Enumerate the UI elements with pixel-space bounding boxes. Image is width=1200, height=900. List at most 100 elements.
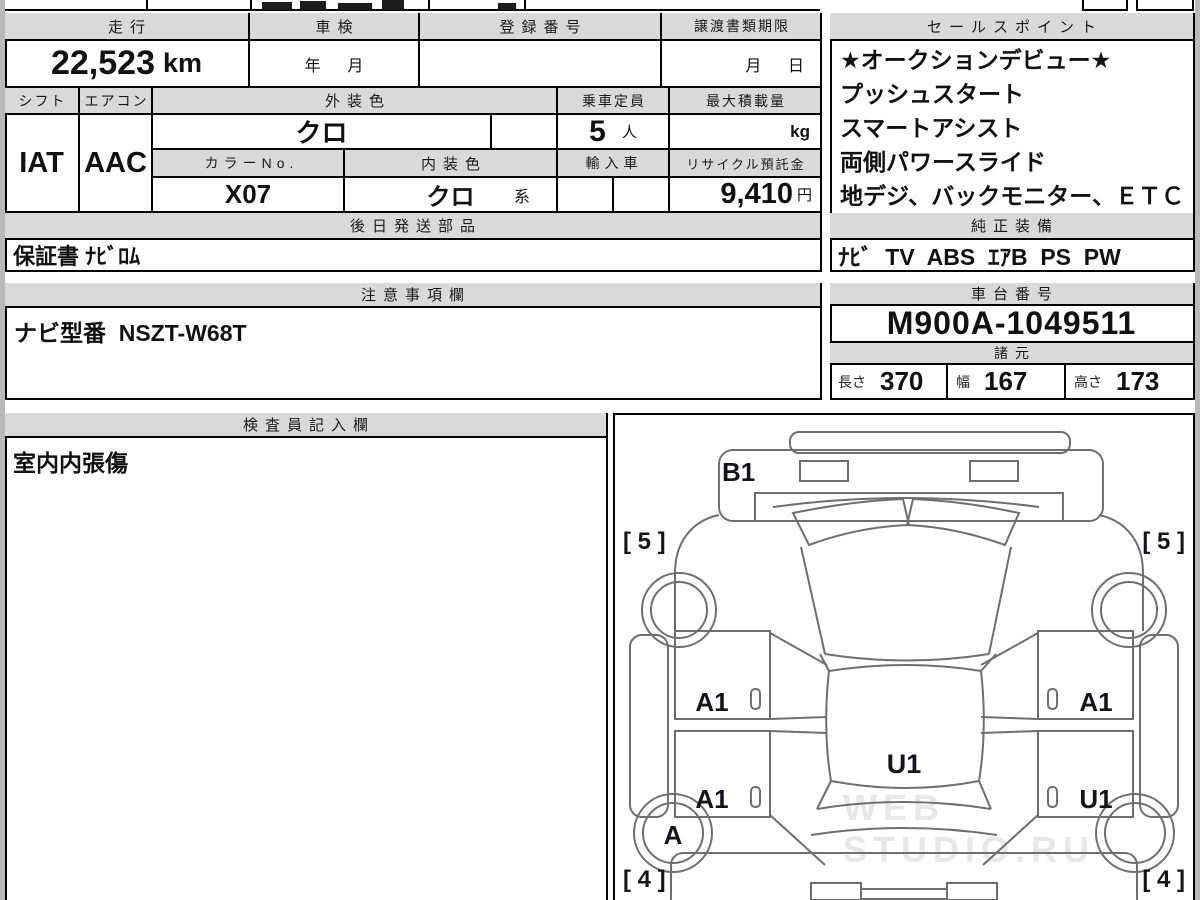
inspector-header-label: 検査員記入欄 [242,417,375,434]
maxload-cell: kg [670,115,822,150]
waistline-right-1 [980,716,1039,720]
transfer-header-label: 譲渡書類期限 [694,18,790,34]
mark-door-rear-left: A1 [695,784,728,814]
dim-height-label: 高さ [1074,373,1102,390]
dim-length-cell: 長さ 370 [830,365,948,400]
sales-lines: ★オークションデビュー★ プッシュスタート スマートアシスト 両側パワースライド… [834,43,1192,211]
aircon-header: エアコン [80,88,153,115]
shaken-header: 車検 [250,13,420,41]
top-cut-cell [1136,0,1194,11]
pillar-right [980,653,997,672]
aircon-header-label: エアコン [84,92,149,109]
shaken-cell: 年 月 [250,41,420,88]
interior-cell: クロ 系 [345,178,558,213]
genuine-cell: ﾅﾋﾞ TV ABS ｴｱB PS PW [830,240,1195,272]
interior-value: クロ [426,184,475,211]
exterior-header: 外装色 [153,88,558,115]
inspector-box [5,413,608,900]
later-parts-header-label: 後日発送部品 [349,218,482,235]
sales-line: 両側パワースライド [840,149,1046,175]
capacity-unit: 人 [621,124,637,141]
shaken-header-label: 車検 [315,18,360,36]
recycle-value: 9,410 [720,178,793,210]
chassis-value: M900A-1049511 [886,305,1137,341]
later-parts-value: 保証書 ﾅﾋﾞﾛﾑ [13,244,141,269]
maxload-header: 最大積載量 [670,88,822,115]
mark-door-front-left: A1 [695,687,728,717]
notes-value-wrap: ナビ型番 NSZT-W68T [14,314,247,348]
sales-line: プッシュスタート [840,81,1024,107]
divider [146,0,148,11]
dims-header-label: 諸元 [994,345,1036,361]
cowl-arc [772,497,1040,508]
transfer-header: 譲渡書類期限 [662,13,822,41]
later-parts-cell: 保証書 ﾅﾋﾞﾛﾑ [5,240,822,272]
notes-header-label: 注意事項欄 [360,287,471,304]
glyph-fragment [382,0,404,10]
shift-header-label: シフト [18,92,67,109]
mark-wheel-rear-left: A [664,820,683,850]
glyph-fragment [300,1,326,10]
registration-cell [420,41,662,88]
dim-width-label: 幅 [956,373,970,390]
sales-line: ★オークションデビュー★ [840,47,1112,73]
exterior-extra-cell [492,115,558,150]
cpillar-left [769,814,826,866]
wheel-front-right-inner [1100,581,1158,639]
door-handle-front-right [1047,688,1058,710]
maxload-unit: kg [790,121,810,141]
mileage-header: 走行 [5,13,250,41]
wheel-front-left-inner [650,581,708,639]
recycle-header-label: リサイクル預託金 [686,156,806,172]
diagram-box: WEB STUDIO.RU B1 [5] [5] A1 A1 A1 U1… [613,413,1195,900]
registration-header: 登録番号 [420,13,662,41]
top-cut-cell [1082,0,1128,11]
taillight-left [810,882,862,900]
dim-width-cell: 幅 167 [948,365,1066,400]
transfer-cell: 月 日 [662,41,822,88]
registration-header-label: 登録番号 [499,18,588,36]
capacity-header: 乗車定員 [558,88,670,115]
chassis-header: 車台番号 [830,283,1195,306]
door-handle-front-left [750,688,761,710]
mark-front-bumper: B1 [722,457,755,487]
inspector-value-wrap: 室内内張傷 [13,444,128,478]
top-cut-row [5,0,820,11]
mileage-cell: 22,523 km [5,41,250,88]
dims-header: 諸元 [830,343,1195,365]
interior-suffix: 系 [513,188,530,206]
mileage-header-label: 走行 [107,18,152,36]
capacity-cell: 5 人 [558,115,670,150]
genuine-value: ﾅﾋﾞ TV ABS ｴｱB PS PW [838,244,1121,270]
genuine-header-label: 純正装備 [970,218,1059,235]
dim-length-label: 長さ [838,373,866,390]
aircon-value: AAC [84,146,147,179]
mark-door-front-right: A1 [1079,687,1112,717]
dim-length-value: 370 [880,366,924,396]
capacity-header-label: 乗車定員 [582,92,646,109]
interior-header-label: 内装色 [420,155,487,173]
apillar-left [769,632,828,666]
rocker-left [629,634,669,818]
taillight-right [946,882,998,900]
import-cell-1 [558,178,614,213]
divider [524,0,526,11]
glyph-fragment [338,3,372,10]
chassis-header-label: 車台番号 [970,286,1059,303]
aircon-cell: AAC [80,115,153,213]
recycle-cell: 9,410 円 [670,178,822,213]
recycle-header: リサイクル預託金 [670,150,822,178]
right-margin [1195,0,1200,900]
maxload-header-label: 最大積載量 [706,92,786,109]
notes-value: ナビ型番 NSZT-W68T [14,320,247,346]
mileage-unit: km [162,48,203,78]
door-handle-rear-left [750,786,761,808]
sales-line: スマートアシスト [840,115,1023,141]
sales-header-label: セールスポイント [926,18,1103,36]
import-header-label: 輸入車 [585,155,643,171]
import-header: 輸入車 [558,150,670,178]
dim-height-value: 173 [1116,366,1160,396]
waistline-left-2 [769,730,828,734]
inspector-value: 室内内張傷 [13,450,128,476]
roof-side-right [978,670,985,782]
